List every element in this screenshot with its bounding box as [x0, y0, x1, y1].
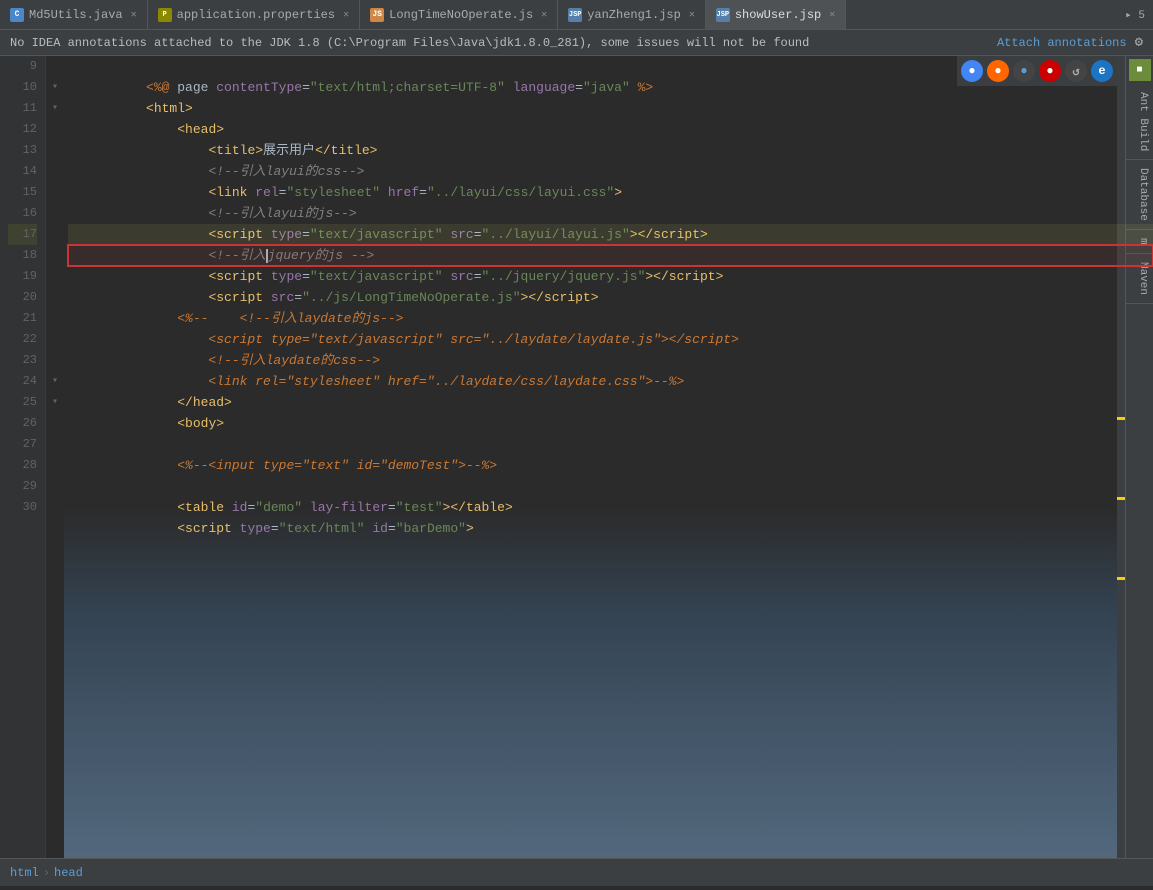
code-line-19: <script src="../js/LongTimeNoOperate.js"…: [68, 266, 1153, 287]
tab-more-button[interactable]: ▸ 5: [1117, 8, 1153, 22]
tab-label: yanZheng1.jsp: [587, 8, 681, 22]
code-line-20: <%-- <!--引入laydate的js-->: [68, 287, 1153, 308]
code-line-13: <!--引入layui的css-->: [68, 140, 1153, 161]
browser-icons-toolbar: ● ● ● ● ↺ e: [957, 56, 1117, 86]
close-tab-md5utils[interactable]: ✕: [131, 9, 137, 21]
tab-label: showUser.jsp: [735, 8, 821, 22]
fold-arrow-25[interactable]: ▾: [49, 392, 61, 413]
settings-gear-icon[interactable]: ⚙: [1135, 34, 1143, 51]
code-line-17: <!--引入jquery的js -->: [68, 224, 1153, 245]
code-line-11: <head>: [68, 98, 1153, 119]
code-line-27: <%--<input type="text" id="demoTest">--%…: [68, 434, 1153, 455]
tab-label: LongTimeNoOperate.js: [389, 8, 533, 22]
code-content[interactable]: <%@ page contentType="text/html;charset=…: [64, 56, 1153, 858]
code-line-12: <title>展示用户</title>: [68, 119, 1153, 140]
breadcrumb-html[interactable]: html: [10, 866, 39, 880]
code-line-16: <script type="text/javascript" src="../l…: [68, 203, 1153, 224]
breadcrumb-sep-1: ›: [43, 866, 50, 880]
code-line-23: <link rel="stylesheet" href="../laydate/…: [68, 350, 1153, 371]
warning-text: No IDEA annotations attached to the JDK …: [10, 36, 989, 50]
code-line-30: <script type="text/html" id="barDemo">: [68, 497, 1153, 518]
editor-container: ● ● ● ● ↺ e 9 10 11 12 13 14 15 16 17 18…: [0, 56, 1153, 858]
close-tab-longtime[interactable]: ✕: [541, 9, 547, 21]
code-line-28: [68, 455, 1153, 476]
close-tab-appprops[interactable]: ✕: [343, 9, 349, 21]
jsp-icon-yanzheng: JSP: [568, 8, 582, 22]
code-line-25: <body>: [68, 392, 1153, 413]
code-line-14: <link rel="stylesheet" href="../layui/cs…: [68, 161, 1153, 182]
code-area[interactable]: ● ● ● ● ↺ e 9 10 11 12 13 14 15 16 17 18…: [0, 56, 1153, 858]
jsp-icon-showuser: JSP: [716, 8, 730, 22]
tab-appprops[interactable]: P application.properties ✕: [148, 0, 360, 30]
opera-icon[interactable]: ●: [1039, 60, 1061, 82]
fold-arrow-11[interactable]: ▾: [49, 98, 61, 119]
code-line-24: </head>: [68, 371, 1153, 392]
breadcrumb-head[interactable]: head: [54, 866, 83, 880]
code-line-26: [68, 413, 1153, 434]
fold-arrow-10[interactable]: ▾: [49, 77, 61, 98]
reload-icon[interactable]: ↺: [1065, 60, 1087, 82]
code-line-18: <script type="text/javascript" src="../j…: [68, 245, 1153, 266]
warning-bar: No IDEA annotations attached to the JDK …: [0, 30, 1153, 56]
code-line-15: <!--引入layui的js-->: [68, 182, 1153, 203]
fold-arrow-24[interactable]: ▾: [49, 371, 61, 392]
close-tab-showuser[interactable]: ✕: [829, 9, 835, 21]
code-line-29: <table id="demo" lay-filter="test"></tab…: [68, 476, 1153, 497]
breadcrumb-bar: html › head: [0, 858, 1153, 886]
tab-label: Md5Utils.java: [29, 8, 123, 22]
safari-icon[interactable]: ●: [1013, 60, 1035, 82]
close-tab-yanzheng[interactable]: ✕: [689, 9, 695, 21]
tab-longtime[interactable]: JS LongTimeNoOperate.js ✕: [360, 0, 558, 30]
tab-yanzheng[interactable]: JSP yanZheng1.jsp ✕: [558, 0, 706, 30]
tab-md5utils[interactable]: C Md5Utils.java ✕: [0, 0, 148, 30]
code-line-22: <!--引入laydate的css-->: [68, 329, 1153, 350]
chrome-icon[interactable]: ●: [961, 60, 983, 82]
java-icon: C: [10, 8, 24, 22]
code-line-21: <script type="text/javascript" src="../l…: [68, 308, 1153, 329]
attach-annotations-link[interactable]: Attach annotations: [997, 36, 1127, 50]
line-numbers: 9 10 11 12 13 14 15 16 17 18 19 20 21 22…: [0, 56, 46, 858]
folding-arrows: ▾ ▾ ▾ ▾: [46, 56, 64, 858]
props-icon: P: [158, 8, 172, 22]
firefox-icon[interactable]: ●: [987, 60, 1009, 82]
ie-icon[interactable]: e: [1091, 60, 1113, 82]
js-icon: JS: [370, 8, 384, 22]
tab-bar: C Md5Utils.java ✕ P application.properti…: [0, 0, 1153, 30]
tab-label: application.properties: [177, 8, 335, 22]
tab-showuser[interactable]: JSP showUser.jsp ✕: [706, 0, 846, 30]
